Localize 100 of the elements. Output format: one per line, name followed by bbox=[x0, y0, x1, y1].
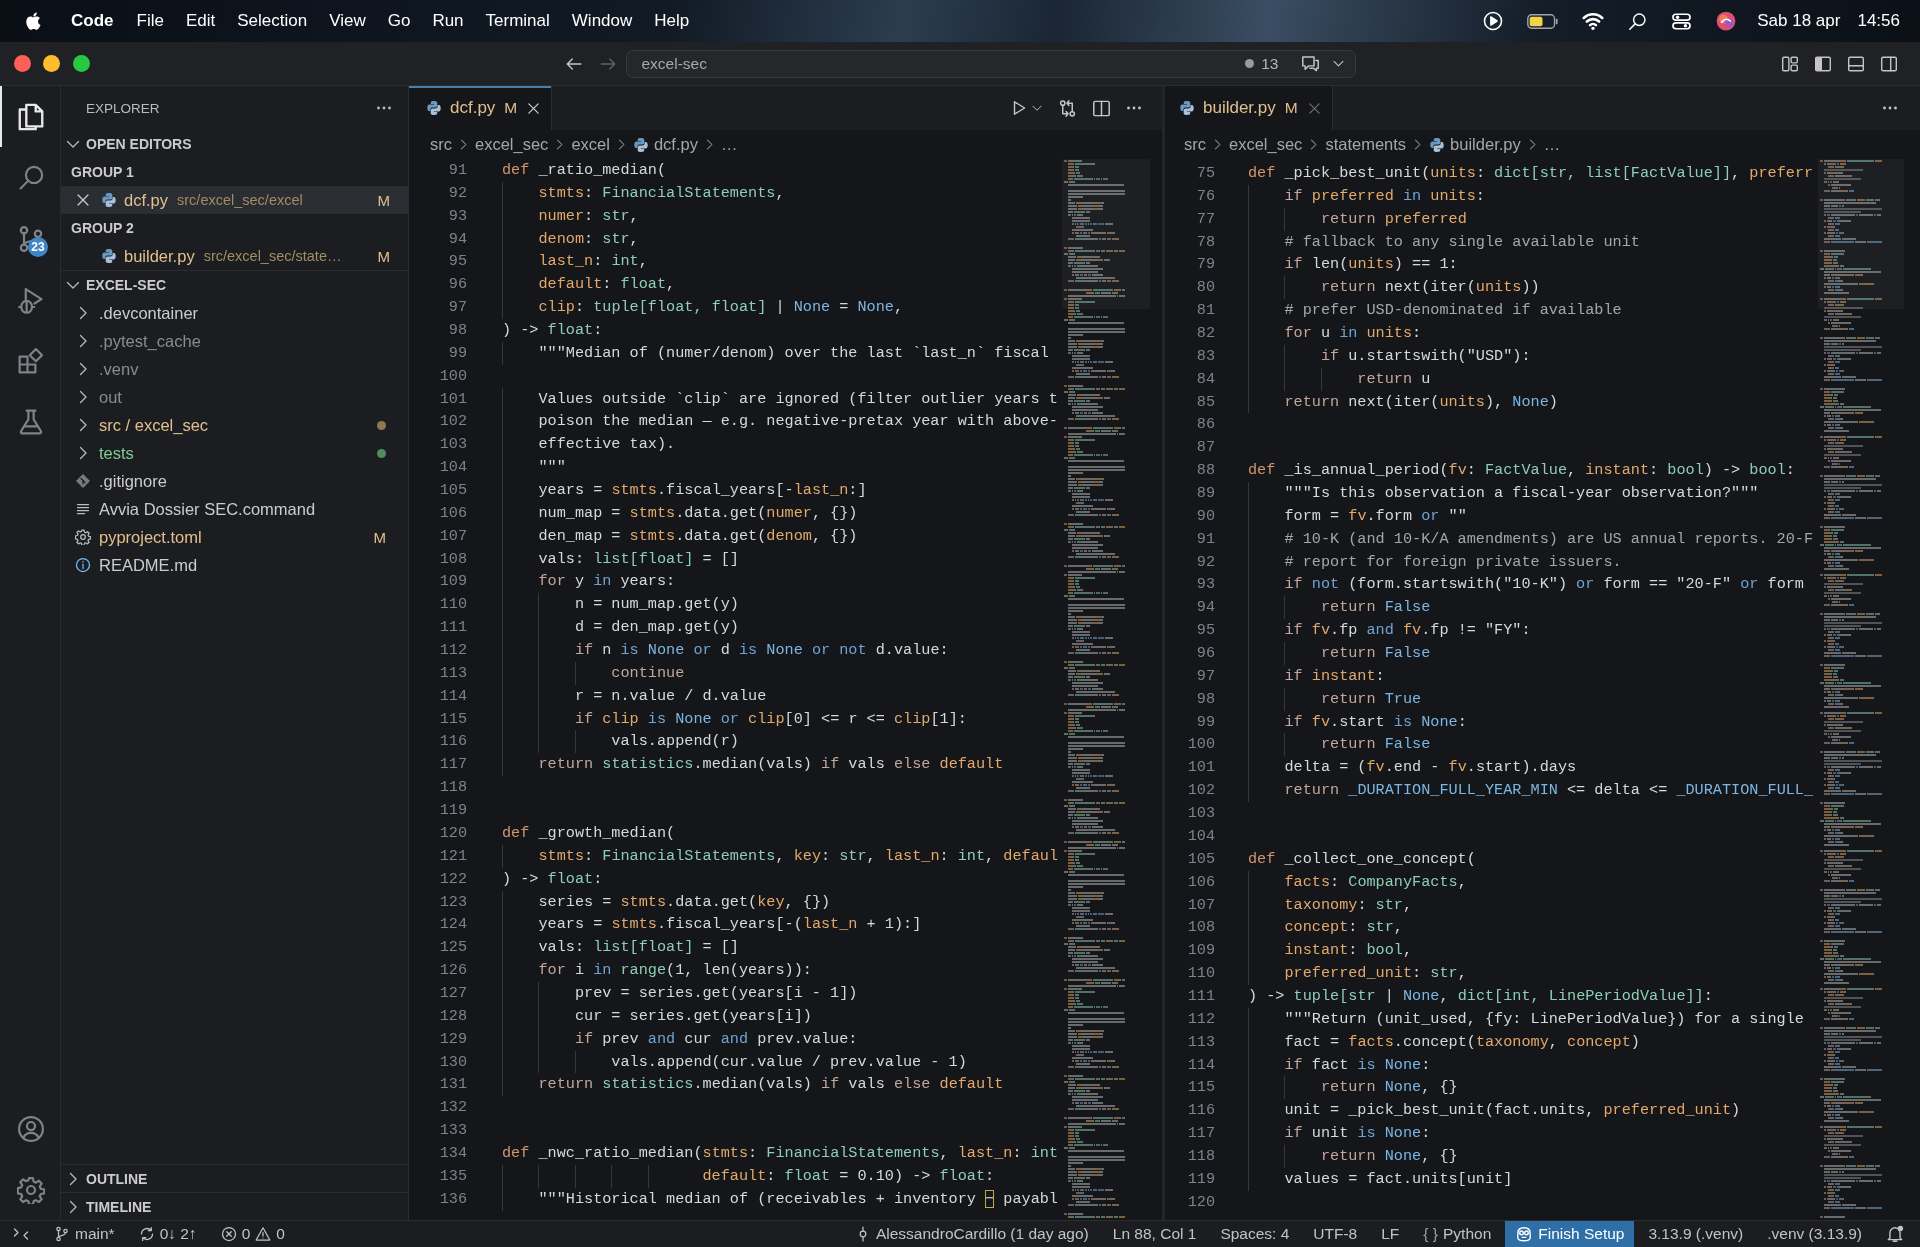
folder-item[interactable]: .venv bbox=[99, 359, 139, 379]
code-line: effective tax). bbox=[538, 434, 676, 456]
command-center-label[interactable]: excel-sec bbox=[641, 54, 1246, 73]
finish-setup-button[interactable]: Finish Setup bbox=[1505, 1221, 1635, 1247]
clock-date[interactable]: Sab 18 apr bbox=[1757, 11, 1841, 31]
menu-item[interactable]: View bbox=[318, 11, 377, 31]
breadcrumb-item[interactable]: src bbox=[430, 135, 452, 154]
breadcrumb-item[interactable]: statements bbox=[1325, 135, 1407, 154]
breadcrumb-item[interactable]: builder.py bbox=[1450, 135, 1521, 154]
layout-grid-icon[interactable] bbox=[1781, 54, 1799, 73]
language-button[interactable]: { } Python bbox=[1411, 1221, 1504, 1247]
command-center[interactable]: excel-sec 13 bbox=[625, 49, 1356, 78]
open-editor-item[interactable]: builder.py src/excel_sec/state… M bbox=[61, 242, 408, 270]
status-item[interactable]: LF bbox=[1369, 1221, 1412, 1247]
code-line: def _nwc_ratio_median(stmts: FinancialStatements, last_n: int bbox=[502, 1142, 1058, 1164]
status-item[interactable]: Ln 88, Col 1 bbox=[1100, 1221, 1209, 1247]
folder-item[interactable]: tests bbox=[99, 443, 134, 463]
line-number: 101 bbox=[1187, 758, 1215, 777]
editor-tab[interactable]: builder.py M bbox=[1165, 86, 1333, 130]
line-number: 120 bbox=[439, 823, 467, 842]
section-title[interactable]: EXCEL-SEC bbox=[86, 277, 167, 293]
chat-icon[interactable] bbox=[1300, 54, 1320, 73]
line-number: 77 bbox=[1196, 209, 1215, 228]
file-path: src/excel_sec/state… bbox=[203, 248, 342, 264]
folder-item[interactable]: .pytest_cache bbox=[99, 331, 201, 351]
breadcrumb-item[interactable]: dcf.py bbox=[653, 135, 698, 154]
breadcrumb-item[interactable]: … bbox=[720, 135, 738, 154]
activity-button[interactable]: 23 bbox=[0, 208, 60, 269]
search-icon[interactable] bbox=[1628, 11, 1648, 31]
app-menu[interactable]: Code bbox=[71, 11, 114, 31]
code-line: default: float = 0.10) -> float: bbox=[702, 1165, 995, 1187]
line-number: 81 bbox=[1196, 301, 1215, 320]
sidebar-title: EXPLORER bbox=[86, 100, 160, 116]
left-panel-icon[interactable] bbox=[1814, 54, 1832, 73]
line-number: 89 bbox=[1196, 484, 1215, 503]
menu-item[interactable]: Go bbox=[376, 11, 422, 31]
tree-item[interactable]: Avvia Dossier SEC.command bbox=[99, 499, 316, 519]
breadcrumb-item[interactable]: src bbox=[1184, 135, 1206, 154]
zoom-window-button[interactable] bbox=[72, 55, 90, 72]
sync-button[interactable]: 0↓ 2↑ bbox=[126, 1221, 209, 1247]
menu-item[interactable]: Terminal bbox=[474, 11, 561, 31]
code-line: if prev and cur and prev.value: bbox=[574, 1028, 858, 1050]
code-line: ) -> tuple[str | None, dict[int, LinePeriodValue]]: bbox=[1248, 985, 1713, 1007]
tree-item[interactable]: README.md bbox=[99, 555, 198, 575]
problems-button[interactable]: 0 0 bbox=[208, 1221, 297, 1247]
menu-item[interactable]: Run bbox=[421, 11, 475, 31]
status-item[interactable]: 3.13.9 (.venv) bbox=[1636, 1221, 1756, 1247]
section-title[interactable]: OPEN EDITORS bbox=[86, 136, 192, 152]
wifi-icon[interactable] bbox=[1582, 10, 1605, 32]
close-icon[interactable] bbox=[75, 192, 91, 208]
toggles-icon[interactable] bbox=[1671, 10, 1693, 32]
code-line: vals.append(r) bbox=[611, 731, 739, 753]
minimap[interactable] bbox=[1062, 159, 1150, 1220]
line-number: 94 bbox=[448, 229, 467, 248]
line-number: 119 bbox=[439, 801, 467, 820]
status-item[interactable]: UTF-8 bbox=[1301, 1221, 1370, 1247]
blame-button[interactable]: AlessandroCardillo (1 day ago) bbox=[842, 1221, 1101, 1247]
line-number: 87 bbox=[1196, 438, 1215, 457]
line-number: 113 bbox=[1187, 1032, 1215, 1051]
minimap[interactable] bbox=[1818, 159, 1904, 1220]
minimize-window-button[interactable] bbox=[43, 55, 60, 72]
tree-item[interactable]: .gitignore bbox=[99, 471, 167, 491]
close-icon[interactable] bbox=[526, 100, 542, 116]
breadcrumb-item[interactable]: … bbox=[1543, 135, 1561, 154]
menu-item[interactable]: Edit bbox=[174, 11, 227, 31]
folder-item[interactable]: out bbox=[99, 387, 122, 407]
breadcrumb-item[interactable]: excel bbox=[571, 135, 610, 154]
line-number: 111 bbox=[439, 618, 467, 637]
battery-icon[interactable] bbox=[1527, 13, 1559, 29]
line-number: 98 bbox=[448, 321, 467, 339]
compare-changes-icon[interactable] bbox=[1058, 98, 1077, 118]
session-count[interactable]: 13 bbox=[1261, 54, 1279, 73]
status-item[interactable]: Spaces: 4 bbox=[1208, 1221, 1302, 1247]
orb-icon[interactable] bbox=[1716, 11, 1737, 31]
code-line: poison the median — e.g. negative-pretax year with above- bbox=[538, 411, 1058, 433]
status-item[interactable]: .venv (3.13.9) bbox=[1755, 1221, 1874, 1247]
close-window-button[interactable] bbox=[13, 55, 31, 72]
breadcrumb-item[interactable]: excel_sec bbox=[475, 135, 549, 154]
section-title[interactable]: TIMELINE bbox=[86, 1198, 152, 1215]
branch-button[interactable]: main* bbox=[42, 1221, 127, 1247]
bottom-panel-icon[interactable] bbox=[1847, 54, 1865, 73]
menu-item[interactable]: File bbox=[125, 11, 175, 31]
breadcrumb-item[interactable]: excel_sec bbox=[1229, 135, 1303, 154]
split-editor-icon[interactable] bbox=[1092, 98, 1111, 118]
folder-item[interactable]: src / excel_sec bbox=[99, 415, 209, 435]
right-panel-icon[interactable] bbox=[1880, 54, 1898, 73]
play-circle-icon[interactable] bbox=[1483, 11, 1504, 31]
line-number: 90 bbox=[1196, 506, 1215, 525]
clock-time[interactable]: 14:56 bbox=[1857, 11, 1900, 31]
menu-item[interactable]: Window bbox=[560, 11, 644, 31]
editor-tab[interactable]: dcf.py M bbox=[409, 86, 553, 130]
folder-item[interactable]: .devcontainer bbox=[99, 303, 199, 323]
code-line: if n is None or d is None or not d.value: bbox=[574, 640, 949, 662]
menu-item[interactable]: Selection bbox=[226, 11, 319, 31]
open-editor-item[interactable]: dcf.py src/excel_sec/excel M bbox=[61, 186, 408, 214]
section-title[interactable]: OUTLINE bbox=[86, 1170, 148, 1187]
tree-item[interactable]: pyproject.toml bbox=[99, 527, 202, 547]
menu-item[interactable]: Help bbox=[643, 11, 701, 31]
code-line: years = stmts.fiscal_years[-(last_n + 1):] bbox=[538, 914, 922, 936]
line-number: 97 bbox=[1196, 666, 1215, 685]
